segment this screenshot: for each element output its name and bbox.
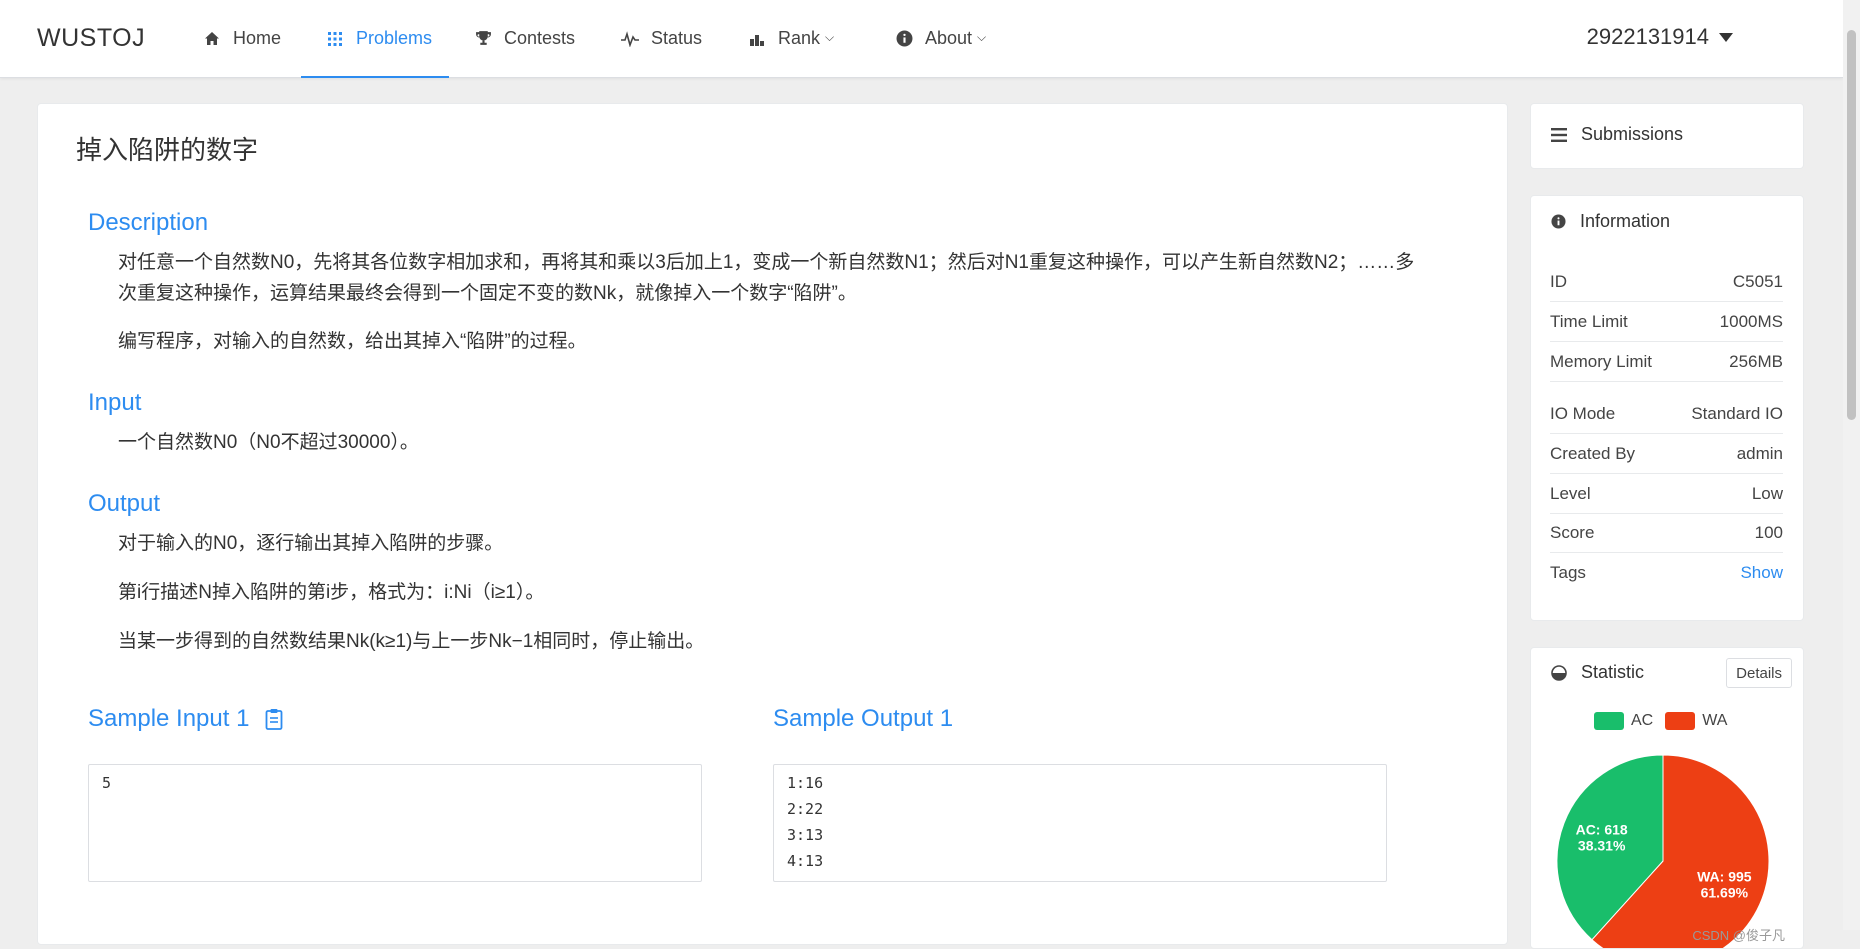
nav-contests[interactable]: Contests xyxy=(474,0,575,77)
tags-show-link[interactable]: Show xyxy=(1740,563,1783,583)
scrollbar-thumb[interactable] xyxy=(1847,30,1856,420)
information-header: Information xyxy=(1551,211,1670,232)
sample-output-line: 1:16 xyxy=(787,774,824,792)
nav-problems[interactable]: Problems xyxy=(301,0,449,78)
pie-chart-icon xyxy=(1551,664,1567,681)
info-value: 100 xyxy=(1754,522,1783,542)
info-row-tags: Tags Show xyxy=(1550,553,1783,592)
output-heading: Output xyxy=(88,490,161,517)
legend-item-ac[interactable]: AC xyxy=(1594,712,1653,730)
bar-chart-icon xyxy=(748,30,766,48)
info-row-io-mode: IO Mode Standard IO xyxy=(1550,394,1783,434)
nav-status[interactable]: Status xyxy=(621,0,702,77)
sample-input-box[interactable]: 5 xyxy=(88,764,702,882)
user-menu[interactable]: 2922131914 xyxy=(1587,24,1733,50)
sample-input-title: Sample Input 1 xyxy=(88,705,250,732)
output-paragraph-2: 第i行描述N掉入陷阱的第i步，格式为：i:Ni（i≥1）。 xyxy=(118,582,545,603)
grid-icon xyxy=(326,30,344,48)
pie-label-wa: WA: 995 xyxy=(1697,869,1752,885)
top-navbar: WUSTOJ Home Problems Contests Status Ran… xyxy=(0,0,1843,78)
sample-input-line: 5 xyxy=(102,774,112,792)
information-card: Information ID C5051 Time Limit 1000MS Mem… xyxy=(1530,195,1804,621)
legend-label-wa: WA xyxy=(1702,712,1728,729)
info-key: Memory Limit xyxy=(1550,351,1653,371)
nav-problems-label: Problems xyxy=(356,28,433,48)
statistic-label: Statistic xyxy=(1581,662,1645,682)
sample-output-heading: Sample Output 1 xyxy=(773,705,954,732)
submissions-link[interactable]: Submissions xyxy=(1551,124,1683,145)
description-heading: Description xyxy=(88,209,209,236)
nav-home-label: Home xyxy=(233,28,282,48)
input-heading: Input xyxy=(88,389,142,416)
output-paragraph-1: 对于输入的N0，逐行输出其掉入陷阱的步骤。 xyxy=(118,533,504,554)
chevron-down-icon: ⌵ xyxy=(825,30,835,44)
info-value: 1000MS xyxy=(1719,311,1783,331)
brand-logo[interactable]: WUSTOJ xyxy=(37,24,145,53)
submissions-label: Submissions xyxy=(1581,124,1684,144)
info-key: Tags xyxy=(1550,562,1586,582)
sample-output-line: 2:22 xyxy=(787,800,824,818)
input-paragraph: 一个自然数N0（N0不超过30000）。 xyxy=(118,432,419,453)
pulse-icon xyxy=(621,30,639,48)
legend-swatch-ac xyxy=(1594,712,1624,730)
submission-pie-chart: WA: 99561.69% AC: 61838.31% xyxy=(1556,754,1770,948)
problem-title: 掉入陷阱的数字 xyxy=(76,135,259,165)
info-value: Low xyxy=(1751,483,1783,503)
csdn-watermark: CSDN @俊子凡 xyxy=(1692,928,1785,943)
legend-swatch-wa xyxy=(1665,712,1696,730)
pie-label-ac: AC: 618 xyxy=(1576,821,1628,837)
problem-panel: 掉入陷阱的数字 Description 对任意一个自然数N0，先将其各位数字相加… xyxy=(37,103,1508,945)
nav-rank[interactable]: Rank ⌵ xyxy=(748,0,834,77)
legend-item-wa[interactable]: WA xyxy=(1665,712,1727,730)
info-key: Score xyxy=(1550,522,1595,542)
trophy-icon xyxy=(474,30,492,48)
info-key: Time Limit xyxy=(1550,311,1628,331)
info-row-id: ID C5051 xyxy=(1550,262,1783,302)
info-row-time-limit: Time Limit 1000MS xyxy=(1550,302,1783,342)
pie-label-ac: 38.31% xyxy=(1578,837,1626,853)
info-key: ID xyxy=(1550,271,1567,291)
statistic-card: Statistic Details AC WA WA: 995 61.69% AC:… xyxy=(1530,647,1804,949)
submissions-card[interactable]: Submissions xyxy=(1530,103,1804,169)
sample-output-box[interactable]: 1:16 2:22 3:13 4:13 xyxy=(773,764,1387,882)
details-button[interactable]: Details xyxy=(1726,658,1792,688)
home-icon xyxy=(203,30,221,48)
info-row-score: Score 100 xyxy=(1550,513,1783,553)
info-row-level: Level Low xyxy=(1550,474,1783,514)
chevron-down-icon: ⌵ xyxy=(977,30,987,44)
info-value: 256MB xyxy=(1729,351,1783,371)
pie-label-wa: 61.69% xyxy=(1701,885,1749,901)
page-scrollbar[interactable] xyxy=(1843,0,1860,930)
username: 2922131914 xyxy=(1586,24,1709,49)
nav-about[interactable]: About ⌵ xyxy=(895,0,986,77)
info-circle-icon xyxy=(1551,214,1566,229)
info-key: Created By xyxy=(1550,443,1636,463)
nav-status-label: Status xyxy=(651,28,703,48)
sample-output-line: 4:13 xyxy=(787,852,824,870)
chart-legend: AC WA xyxy=(1594,712,1739,730)
info-value: Standard IO xyxy=(1691,403,1783,423)
clipboard-icon[interactable] xyxy=(265,708,283,730)
description-paragraph-1: 对任意一个自然数N0，先将其各位数字相加求和，再将其和乘以3后加上1，变成一个新… xyxy=(118,252,1415,304)
info-value: C5051 xyxy=(1732,271,1783,291)
statistic-header: Statistic xyxy=(1551,662,1644,683)
info-row-created-by: Created By admin xyxy=(1550,434,1783,474)
output-paragraph-3: 当某一步得到的自然数结果Nk(k≥1)与上一步Nk−1相同时，停止输出。 xyxy=(118,631,705,652)
info-row-memory-limit: Memory Limit 256MB xyxy=(1550,342,1783,382)
info-key: IO Mode xyxy=(1550,403,1616,423)
info-value: admin xyxy=(1736,443,1783,463)
legend-label-ac: AC xyxy=(1631,712,1654,729)
nav-rank-label: Rank xyxy=(778,28,821,48)
list-icon xyxy=(1551,127,1567,142)
nav-contests-label: Contests xyxy=(504,28,576,48)
information-label: Information xyxy=(1580,211,1671,231)
sample-output-line: 3:13 xyxy=(787,826,824,844)
info-circle-icon xyxy=(895,30,913,48)
info-key: Level xyxy=(1550,483,1591,503)
nav-about-label: About xyxy=(925,28,973,48)
nav-home[interactable]: Home xyxy=(203,0,281,77)
description-paragraph-2: 编写程序，对输入的自然数，给出其掉入“陷阱”的过程。 xyxy=(118,331,587,352)
caret-down-icon xyxy=(1719,32,1733,42)
sample-input-heading: Sample Input 1 xyxy=(88,705,283,733)
